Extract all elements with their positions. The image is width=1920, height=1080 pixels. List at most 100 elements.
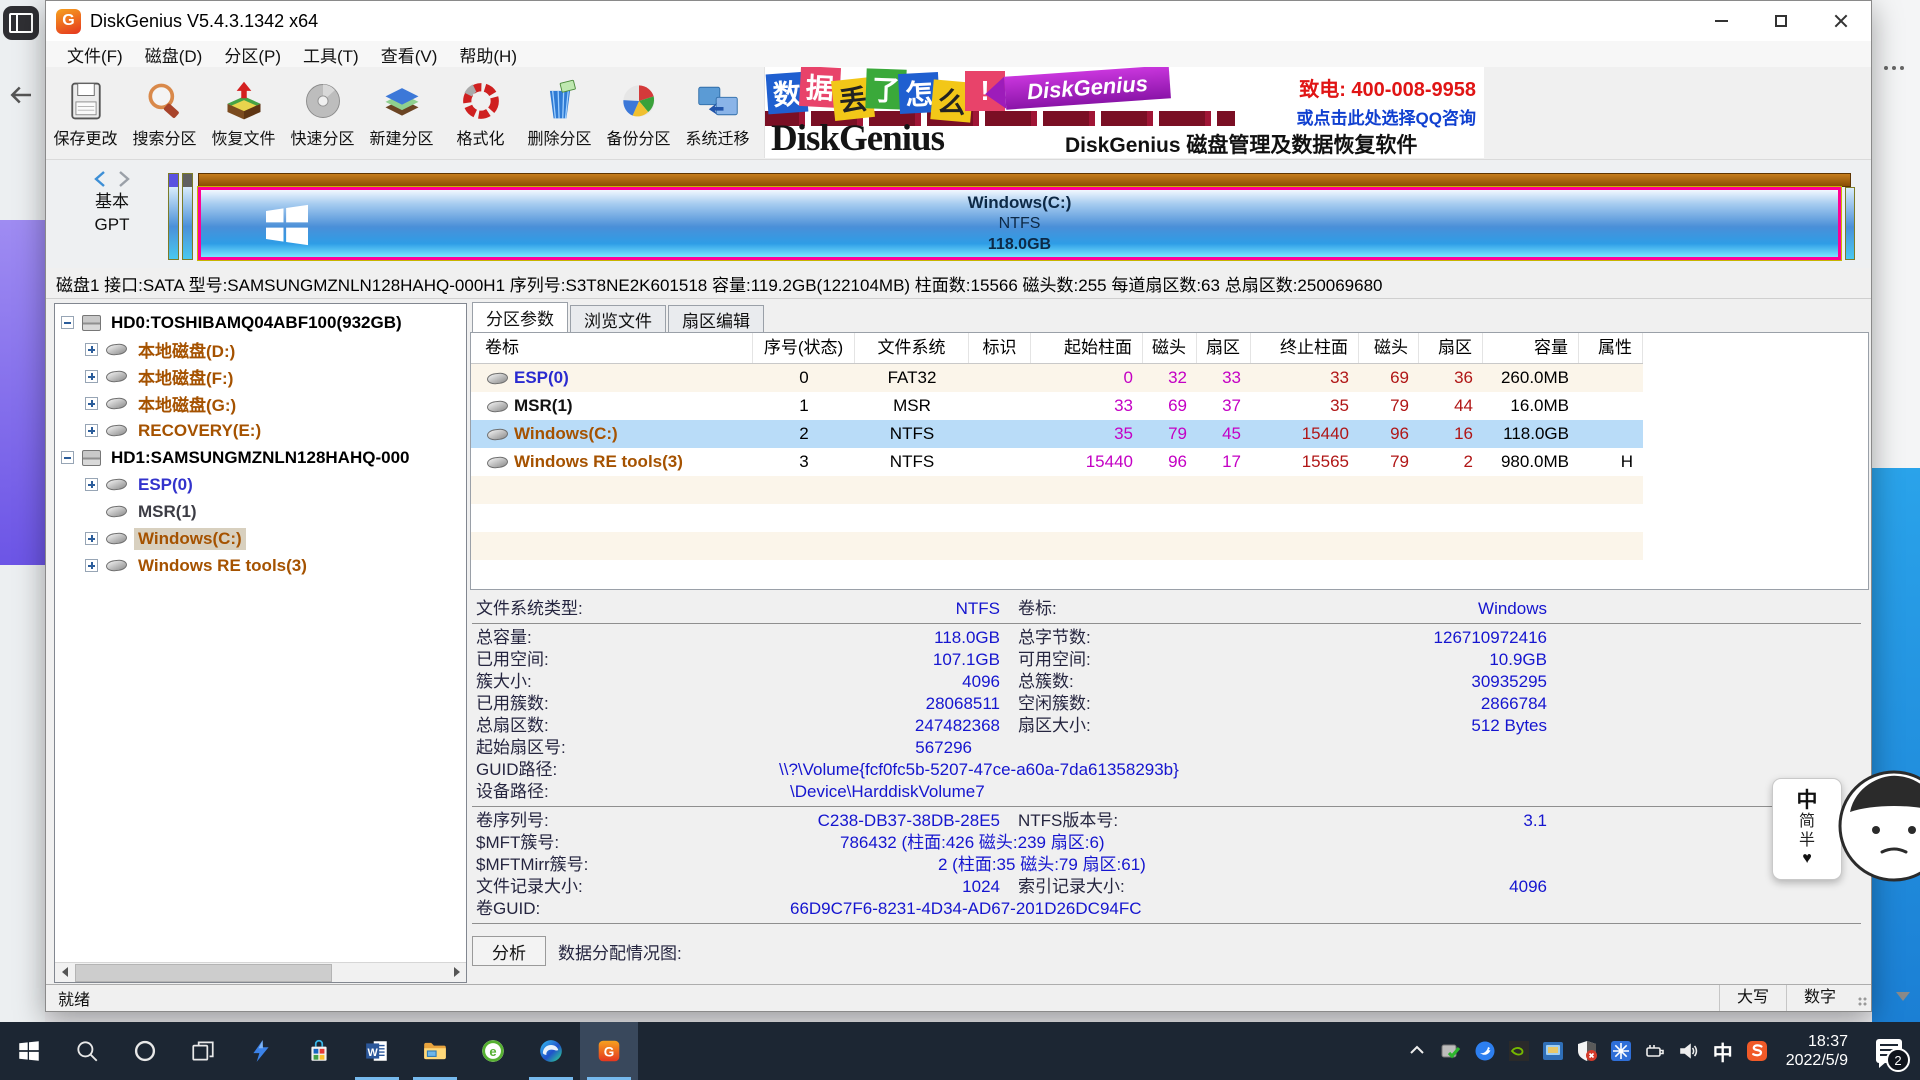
- partition-bar-msr[interactable]: [182, 173, 193, 260]
- toolbar-quick-button[interactable]: 快速分区: [283, 67, 362, 159]
- table-row[interactable]: ESP(0)0FAT3203233336936260.0MB: [471, 364, 1643, 392]
- expand-plus-icon[interactable]: [85, 559, 98, 572]
- expand-plus-icon[interactable]: [85, 370, 98, 383]
- taskbar-word-button[interactable]: W: [348, 1022, 406, 1080]
- bluebird-icon[interactable]: [1470, 1031, 1500, 1071]
- partition-bar-windows-c[interactable]: Windows(C:) NTFS 118.0GB: [198, 187, 1841, 260]
- column-header-10[interactable]: 容量: [1483, 333, 1579, 363]
- column-header-8[interactable]: 磁头: [1359, 333, 1419, 363]
- minimize-button[interactable]: [1691, 1, 1751, 41]
- maximize-button[interactable]: [1751, 1, 1811, 41]
- nav-right-icon[interactable]: [117, 171, 131, 187]
- tree-item-2[interactable]: 本地磁盘(F:): [55, 363, 466, 390]
- column-header-6[interactable]: 扇区: [1197, 333, 1251, 363]
- more-icon[interactable]: [1884, 66, 1906, 72]
- taskbar-clock[interactable]: 18:37 2022/5/9: [1776, 1032, 1858, 1070]
- tree-item-4[interactable]: RECOVERY(E:): [55, 417, 466, 444]
- toolbar-search-button[interactable]: 搜索分区: [125, 67, 204, 159]
- back-arrow-icon[interactable]: [6, 80, 36, 110]
- taskbar-edge-button[interactable]: [522, 1022, 580, 1080]
- tree-item-8[interactable]: Windows(C:): [55, 525, 466, 552]
- menu-item-3[interactable]: 工具(T): [292, 41, 370, 67]
- taskbar-thunder-button[interactable]: [232, 1022, 290, 1080]
- taskbar-cortana-button[interactable]: [116, 1022, 174, 1080]
- tree-horizontal-scrollbar[interactable]: [55, 962, 466, 982]
- toolbar-format-button[interactable]: 格式化: [441, 67, 520, 159]
- expand-plus-icon[interactable]: [85, 343, 98, 356]
- scroll-left-icon[interactable]: [55, 963, 74, 981]
- partition-bar-esp[interactable]: [168, 173, 179, 260]
- nav-left-icon[interactable]: [93, 171, 107, 187]
- expand-plus-icon[interactable]: [85, 532, 98, 545]
- defender-alert-icon[interactable]: [1572, 1031, 1602, 1071]
- column-header-11[interactable]: 属性: [1579, 333, 1643, 363]
- expand-plus-icon[interactable]: [85, 478, 98, 491]
- collapse-minus-icon[interactable]: [61, 316, 74, 329]
- tab-0[interactable]: 分区参数: [472, 302, 568, 332]
- tree-item-5[interactable]: HD1:SAMSUNGMZNLN128HAHQ-000: [55, 444, 466, 471]
- tab-1[interactable]: 浏览文件: [570, 305, 666, 332]
- ad-banner[interactable]: 数据丢了怎么! DiskGenius DiskGenius 致电: 400-00…: [764, 67, 1484, 158]
- menu-item-5[interactable]: 帮助(H): [448, 41, 528, 67]
- banner-qq-link[interactable]: 或点击此处选择QQ咨询: [1297, 104, 1476, 129]
- collapse-minus-icon[interactable]: [61, 451, 74, 464]
- close-button[interactable]: [1811, 1, 1871, 41]
- ime-chinese-icon[interactable]: 中: [1708, 1031, 1738, 1071]
- toolbar-del-button[interactable]: 删除分区: [520, 67, 599, 159]
- ime-mode-chinese[interactable]: 中: [1797, 789, 1818, 813]
- taskbar-file-explorer-button[interactable]: [406, 1022, 464, 1080]
- taskbar-diskgenius-button[interactable]: G: [580, 1022, 638, 1080]
- tab-2[interactable]: 扇区编辑: [668, 305, 764, 332]
- analyze-button[interactable]: 分析: [472, 936, 546, 966]
- toolbar-migrate-button[interactable]: 系统迁移: [678, 67, 757, 159]
- taskbar-browser-360-button[interactable]: e: [464, 1022, 522, 1080]
- tree-item-3[interactable]: 本地磁盘(G:): [55, 390, 466, 417]
- column-header-1[interactable]: 序号(状态): [753, 333, 855, 363]
- column-header-2[interactable]: 文件系统: [855, 333, 969, 363]
- intel-graphics-icon[interactable]: [1538, 1031, 1568, 1071]
- taskbar-search-button[interactable]: [58, 1022, 116, 1080]
- cartoon-face-avatar[interactable]: [1836, 768, 1920, 884]
- menu-item-4[interactable]: 查看(V): [370, 41, 449, 67]
- titlebar[interactable]: G DiskGenius V5.4.3.1342 x64: [46, 1, 1871, 41]
- action-center-button[interactable]: 2: [1862, 1022, 1916, 1080]
- tree-item-6[interactable]: ESP(0): [55, 471, 466, 498]
- expand-plus-icon[interactable]: [85, 424, 98, 437]
- column-header-7[interactable]: 终止柱面: [1251, 333, 1359, 363]
- sogou-icon[interactable]: [1742, 1031, 1772, 1071]
- window-panel-icon[interactable]: [3, 6, 39, 40]
- ime-mode-halfwidth[interactable]: 半: [1799, 832, 1815, 850]
- tree-item-9[interactable]: Windows RE tools(3): [55, 552, 466, 579]
- expand-plus-icon[interactable]: [85, 397, 98, 410]
- ime-mode-simplified[interactable]: 简: [1799, 813, 1815, 831]
- partition-bar-re-tools[interactable]: [1845, 187, 1855, 260]
- table-row[interactable]: MSR(1)1MSR33693735794416.0MB: [471, 392, 1643, 420]
- heart-icon[interactable]: ♥: [1802, 850, 1812, 868]
- menu-item-0[interactable]: 文件(F): [56, 41, 134, 67]
- ime-status-box[interactable]: 中 简 半 ♥: [1772, 778, 1842, 880]
- taskbar-store-button[interactable]: [290, 1022, 348, 1080]
- power-icon[interactable]: [1640, 1031, 1670, 1071]
- toolbar-new-button[interactable]: 新建分区: [362, 67, 441, 159]
- menu-item-2[interactable]: 分区(P): [213, 41, 292, 67]
- disk-header-strip[interactable]: [198, 173, 1851, 187]
- taskbar-task-view-button[interactable]: [174, 1022, 232, 1080]
- nvidia-icon[interactable]: [1504, 1031, 1534, 1071]
- column-header-4[interactable]: 起始柱面: [1031, 333, 1143, 363]
- caret-down-icon[interactable]: [1896, 992, 1910, 1001]
- tree-item-7[interactable]: MSR(1): [55, 498, 466, 525]
- table-row[interactable]: Windows RE tools(3)3NTFS1544096171556579…: [471, 448, 1643, 476]
- volume-icon[interactable]: [1674, 1031, 1704, 1071]
- toolbar-backup-button[interactable]: 备份分区: [599, 67, 678, 159]
- tree-item-1[interactable]: 本地磁盘(D:): [55, 336, 466, 363]
- snowflake-icon[interactable]: [1606, 1031, 1636, 1071]
- column-header-5[interactable]: 磁头: [1143, 333, 1197, 363]
- toolbar-recover-button[interactable]: 恢复文件: [204, 67, 283, 159]
- taskbar-start-button[interactable]: [0, 1022, 58, 1080]
- scroll-right-icon[interactable]: [447, 963, 466, 981]
- tray-expand-icon[interactable]: [1402, 1031, 1432, 1071]
- menu-item-1[interactable]: 磁盘(D): [134, 41, 214, 67]
- tree-item-0[interactable]: HD0:TOSHIBAMQ04ABF100(932GB): [55, 309, 466, 336]
- column-header-9[interactable]: 扇区: [1419, 333, 1483, 363]
- backup-ok-icon[interactable]: [1436, 1031, 1466, 1071]
